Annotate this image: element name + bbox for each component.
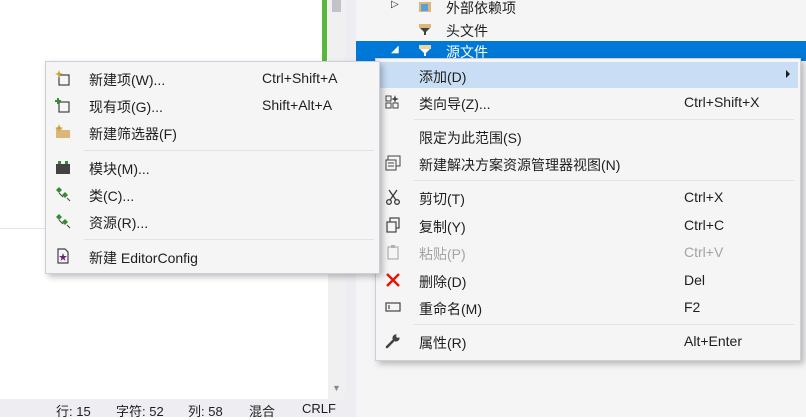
new-view-icon [385,155,401,171]
collapse-chevron-icon[interactable]: ◢ [391,44,399,55]
menu-item-label: 限定为此范围(S) [419,130,522,146]
cut-icon [386,189,400,205]
scrollbar-thumb[interactable] [332,0,341,12]
menu-separator [84,150,374,151]
editorconfig-icon [57,248,69,264]
menu-item-label: 剪切(T) [419,191,465,207]
scroll-down-arrow-icon[interactable]: ▼ [332,383,341,393]
resource-icon [56,214,71,229]
menu-item-new-editorconfig[interactable]: 新建 EditorConfig [48,243,377,269]
menu-item-label: 属性(R) [419,335,467,351]
tree-item-label: 头文件 [446,23,488,39]
status-mode[interactable]: 混合 [249,401,275,420]
submenu-arrow-icon [786,70,790,78]
menu-item-class[interactable]: 类(C)... [48,181,377,207]
rename-icon [385,302,401,312]
tree-item-external-deps[interactable]: ▷ 外部依赖项 [356,0,806,17]
menu-item-shortcut: Del [684,272,706,288]
new-item-icon [55,70,70,86]
change-tracking-bar [322,0,327,66]
copy-icon [386,217,400,233]
menu-item-label: 资源(R)... [89,215,149,231]
status-line: 行: 15 [56,404,91,419]
tree-item-label: 外部依赖项 [446,0,516,16]
status-eol[interactable]: CRLF [302,401,336,416]
menu-separator [84,239,374,240]
menu-item-label: 删除(D) [419,274,467,290]
menu-item-add[interactable]: 添加(D) [378,62,798,88]
menu-item-rename[interactable]: 重命名(M) F2 [378,294,798,320]
menu-item-label: 类(C)... [89,188,135,204]
menu-item-label: 类向导(Z)... [419,96,491,112]
menu-item-shortcut: Ctrl+C [684,217,725,233]
status-bar: 行: 15 字符: 52 列: 58 混合 CRLF [0,399,356,420]
status-col: 列: 58 [188,404,223,419]
menu-item-label: 粘贴(P) [419,246,466,262]
menu-item-label: 添加(D) [419,69,467,85]
menu-item-shortcut: F2 [684,299,701,315]
menu-item-label: 模块(M)... [89,161,150,177]
expand-chevron-icon[interactable]: ▷ [391,0,399,10]
external-dependencies-icon [419,2,431,12]
menu-item-scope-to-this[interactable]: 限定为此范围(S) [378,123,798,149]
delete-icon [386,273,400,287]
menu-item-label: 复制(Y) [419,219,466,235]
menu-separator [414,180,794,181]
module-icon [56,161,70,174]
filter-folder-icon [419,45,431,56]
menu-item-new-explorer-view[interactable]: 新建解决方案资源管理器视图(N) [378,150,798,176]
filter-folder-icon [419,24,431,35]
menu-item-properties[interactable]: 属性(R) Alt+Enter [378,328,798,354]
status-char: 字符: 52 [116,404,164,419]
tree-item-header-files[interactable]: 头文件 [356,20,806,40]
menu-item-shortcut: Ctrl+Shift+A [262,70,338,86]
menu-item-shortcut: Ctrl+V [684,244,724,260]
menu-item-cut[interactable]: 剪切(T) Ctrl+X [378,184,798,210]
menu-item-shortcut: Ctrl+Shift+X [684,94,760,110]
menu-item-module[interactable]: 模块(M)... [48,154,377,180]
menu-item-copy[interactable]: 复制(Y) Ctrl+C [378,212,798,238]
menu-item-label: 新建项(W)... [89,72,166,88]
menu-item-paste: 粘贴(P) Ctrl+V [378,239,798,265]
existing-item-icon [55,98,70,113]
menu-item-new-item[interactable]: 新建项(W)... Ctrl+Shift+A [48,65,377,91]
class-icon [56,187,71,202]
menu-item-label: 新建筛选器(F) [89,126,177,142]
menu-item-label: 新建 EditorConfig [89,250,198,266]
menu-separator [414,119,794,120]
menu-item-label: 现有项(G)... [89,99,163,115]
add-submenu: 新建项(W)... Ctrl+Shift+A 现有项(G)... Shift+A… [45,61,380,274]
context-menu: 添加(D) 类向导(Z)... Ctrl+Shift+X 限定为此范围(S) 新… [375,58,801,361]
menu-item-shortcut: Ctrl+X [684,189,724,205]
new-filter-icon [55,124,70,138]
class-wizard-icon [385,95,399,109]
menu-item-existing-item[interactable]: 现有项(G)... Shift+Alt+A [48,92,377,118]
menu-item-resource[interactable]: 资源(R)... [48,208,377,234]
menu-item-label: 新建解决方案资源管理器视图(N) [419,157,621,173]
menu-separator [414,324,794,325]
menu-item-delete[interactable]: 删除(D) Del [378,267,798,293]
menu-item-new-filter[interactable]: 新建筛选器(F) [48,119,377,145]
wrench-icon [385,334,400,349]
menu-item-class-wizard[interactable]: 类向导(Z)... Ctrl+Shift+X [378,89,798,115]
menu-item-shortcut: Shift+Alt+A [262,97,333,113]
menu-item-label: 重命名(M) [419,301,482,317]
paste-icon [387,245,399,260]
menu-item-shortcut: Alt+Enter [684,333,742,349]
